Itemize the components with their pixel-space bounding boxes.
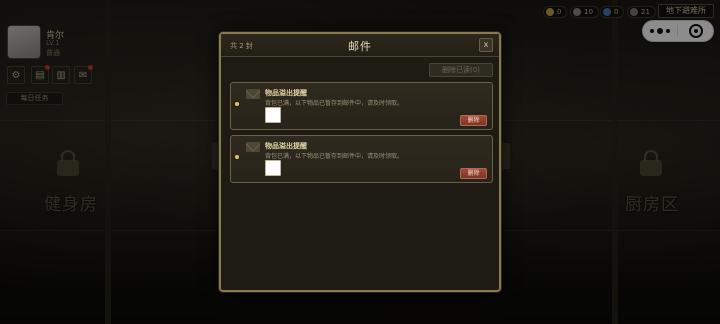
delete-mail-button[interactable]: 删除 — [460, 115, 487, 126]
dialog-header: 共 2 封 邮件 x — [221, 34, 499, 57]
mail-item[interactable]: 物品溢出提醒 背包已满，以下物品已暂存到邮件中，请及时领取。 删除 — [230, 82, 493, 130]
mail-subject: 物品溢出提醒 — [265, 142, 307, 150]
mail-item[interactable]: 物品溢出提醒 背包已满，以下物品已暂存到邮件中，请及时领取。 删除 — [230, 135, 493, 183]
delete-read-button[interactable]: 删除已读(0) — [429, 63, 493, 77]
attachment-slot[interactable] — [265, 160, 281, 176]
mail-body: 背包已满，以下物品已暂存到邮件中，请及时领取。 — [265, 153, 404, 160]
unread-dot — [235, 155, 239, 159]
dialog-title: 邮件 — [348, 40, 372, 53]
mail-dialog: 共 2 封 邮件 x 删除已读(0) 物品溢出提醒 背包已满，以下物品已暂存到邮… — [219, 32, 501, 292]
envelope-icon — [246, 142, 260, 152]
mail-body: 背包已满，以下物品已暂存到邮件中，请及时领取。 — [265, 100, 404, 107]
close-button[interactable]: x — [479, 38, 493, 52]
delete-mail-button[interactable]: 删除 — [460, 168, 487, 179]
mail-subject: 物品溢出提醒 — [265, 89, 307, 97]
attachment-slot[interactable] — [265, 107, 281, 123]
unread-dot — [235, 102, 239, 106]
envelope-icon — [246, 89, 260, 99]
